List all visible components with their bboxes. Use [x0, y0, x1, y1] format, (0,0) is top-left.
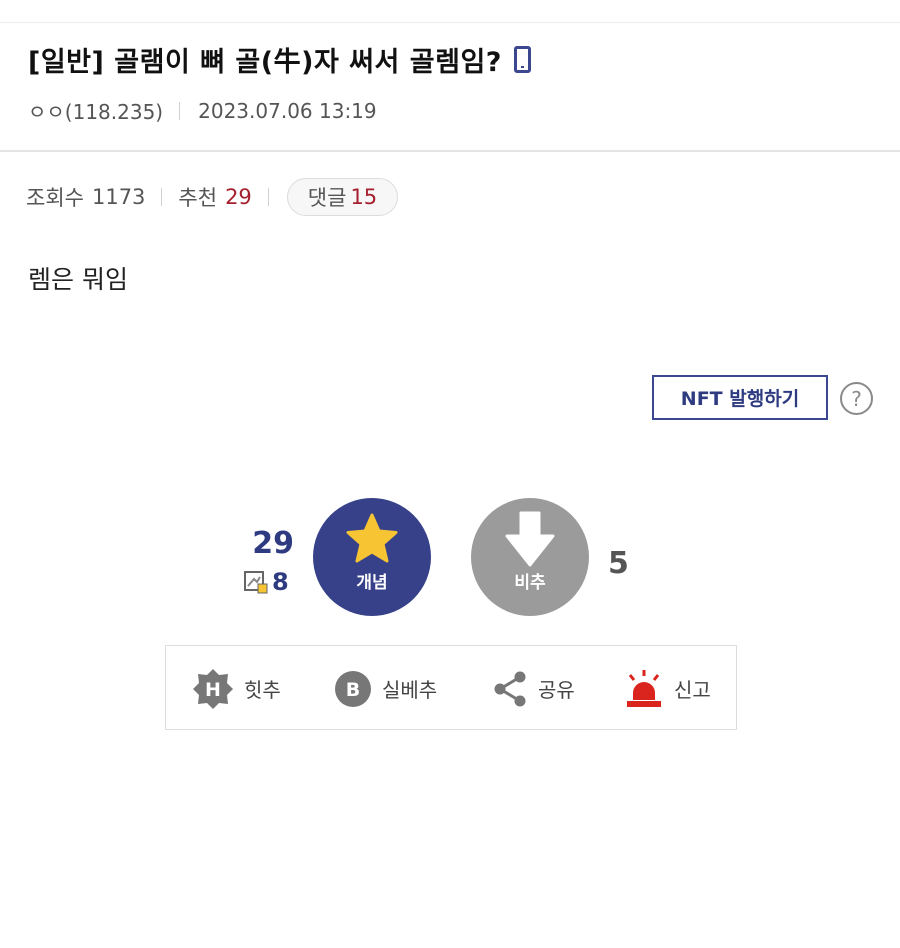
siren-icon	[627, 669, 661, 707]
post-author[interactable]: ㅇㅇ(118.235)	[28, 96, 163, 125]
share-icon	[494, 671, 526, 706]
post-date: 2023.07.06 13:19	[198, 98, 377, 123]
hit-recommend-button[interactable]: H 힛추	[192, 646, 281, 731]
meta-divider	[179, 101, 181, 120]
hit-badge-glyph: H	[205, 679, 221, 701]
upvote-button[interactable]: 개념	[313, 498, 431, 616]
post-title-row: [일반] 골램이 뼈 골(牛)자 써서 골렘임?	[28, 40, 531, 79]
top-divider	[0, 22, 900, 23]
fix-count-row: 8	[244, 568, 289, 596]
post-meta: ㅇㅇ(118.235) 2023.07.06 13:19	[28, 96, 377, 125]
phone-icon	[513, 46, 531, 73]
share-button[interactable]: 공유	[492, 646, 575, 731]
best-recommend-label: 실베추	[382, 678, 438, 702]
help-icon[interactable]: ?	[840, 382, 873, 415]
nft-issue-button[interactable]: NFT 발행하기	[652, 375, 828, 420]
hit-recommend-label: 힛추	[244, 678, 281, 702]
upvote-label: 개념	[356, 573, 388, 593]
hit-badge-icon: H	[193, 668, 233, 709]
report-button[interactable]: 신고	[624, 646, 711, 731]
share-label: 공유	[538, 678, 575, 702]
comments-button[interactable]: 댓글 15	[286, 178, 399, 216]
header-divider	[0, 150, 900, 152]
fix-icon	[244, 570, 268, 594]
best-badge-icon: B	[335, 670, 371, 707]
post-action-bar: H 힛추 B 실베추 공유 신고	[165, 645, 737, 730]
downvote-label: 비추	[514, 573, 546, 593]
post-title: [일반] 골램이 뼈 골(牛)자 써서 골렘임?	[28, 47, 502, 78]
views-count: 1173	[91, 185, 146, 209]
downvote-count: 5	[608, 546, 629, 581]
best-recommend-button[interactable]: B 실베추	[334, 646, 437, 731]
recommend-count: 29	[225, 185, 252, 209]
views-label: 조회수	[26, 186, 84, 210]
best-badge-glyph: B	[346, 679, 360, 701]
comments-count: 15	[350, 185, 378, 209]
stats-divider	[267, 188, 269, 206]
report-label: 신고	[674, 678, 711, 702]
post-stats: 조회수 1173 추천 29 댓글 15	[26, 178, 399, 216]
fix-count: 8	[272, 568, 289, 596]
downvote-button[interactable]: 비추	[471, 498, 589, 616]
comments-label: 댓글	[307, 186, 347, 210]
post-body: 렘은 뭐임	[28, 265, 128, 294]
recommend-label: 추천	[178, 186, 218, 210]
star-icon	[346, 513, 398, 563]
down-arrow-icon	[505, 511, 555, 567]
stats-divider	[161, 188, 163, 206]
upvote-count: 29	[252, 526, 294, 561]
